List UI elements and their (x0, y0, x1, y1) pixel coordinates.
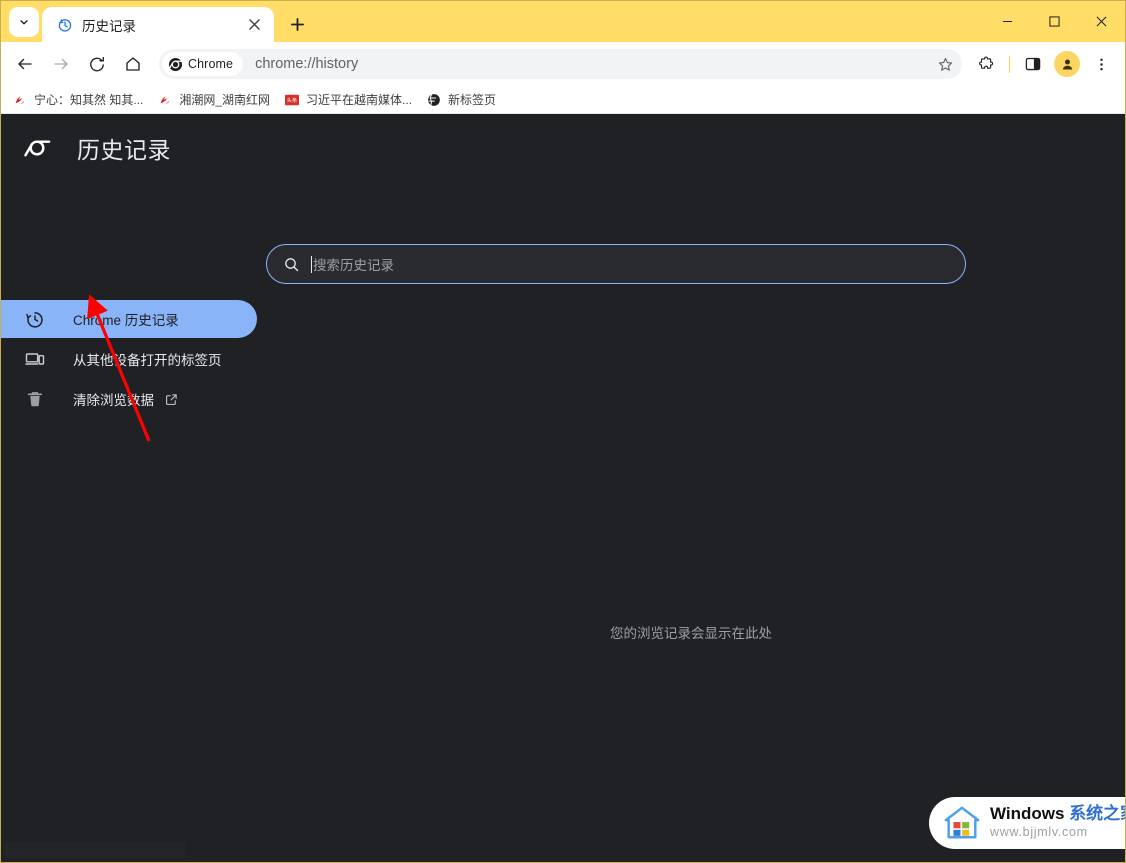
tab-history[interactable]: 历史记录 (42, 7, 274, 42)
history-search-box[interactable]: 搜索历史记录 (266, 244, 966, 284)
tab-close-button[interactable] (244, 14, 265, 35)
bookmarks-bar: 宁心：知其然 知其... 湘潮网_湖南红网 头条 习近平在越南媒体... 新标签… (1, 86, 1125, 114)
toolbar-right-actions (968, 49, 1119, 79)
history-header: 历史记录 (1, 114, 1125, 182)
bookmark-item[interactable]: 头条 习近平在越南媒体... (277, 88, 419, 111)
trash-icon (25, 389, 45, 409)
address-bar[interactable]: Chrome chrome://history (159, 49, 962, 79)
chrome-menu-button[interactable] (1086, 49, 1116, 79)
history-clock-icon (56, 16, 73, 33)
tab-strip: 历史记录 (1, 1, 1125, 42)
bookmark-label: 宁心：知其然 知其... (34, 93, 144, 107)
new-tab-button[interactable] (282, 9, 312, 39)
history-clock-icon (25, 309, 45, 329)
chrome-logo-icon (168, 57, 183, 71)
tab-title: 历史记录 (82, 18, 136, 34)
watermark-url: www.bjjmlv.com (990, 825, 1088, 839)
window-controls (984, 1, 1125, 42)
csdn-icon (157, 92, 173, 108)
annotation-arrow (87, 294, 151, 442)
sidebar-item-label: Chrome 历史记录 (73, 313, 179, 328)
search-icon (283, 256, 300, 273)
page-status-ghost (5, 842, 185, 858)
bookmark-label: 新标签页 (448, 93, 497, 107)
search-input[interactable]: 搜索历史记录 (313, 254, 394, 274)
arrow-right-icon (54, 58, 68, 70)
empty-state-message: 您的浏览记录会显示在此处 (610, 626, 772, 641)
more-vertical-icon (1099, 58, 1103, 70)
side-panel-button[interactable] (1018, 49, 1048, 79)
browser-window: 历史记录 Chrome chrome://history 宁心：知其然 知其..… (0, 0, 1126, 863)
watermark-brand: Windows (990, 804, 1070, 824)
chevron-down-icon (20, 20, 28, 25)
maximize-button[interactable] (1031, 1, 1078, 42)
extensions-button[interactable] (971, 49, 1001, 79)
forward-button[interactable] (46, 49, 76, 79)
back-button[interactable] (10, 49, 40, 79)
toolbar-divider (1009, 55, 1010, 73)
external-link-icon (164, 392, 179, 407)
minimize-button[interactable] (984, 1, 1031, 42)
history-page: 历史记录 搜索历史记录 Chrome 历史记录 从其他设备打开的标签页 清除浏览… (1, 114, 1125, 862)
history-sidebar: Chrome 历史记录 从其他设备打开的标签页 清除浏览数据 (1, 300, 257, 420)
sidebar-item-tabs-from-other-devices[interactable]: 从其他设备打开的标签页 (1, 340, 257, 378)
close-button[interactable] (1078, 1, 1125, 42)
text-caret (311, 255, 312, 273)
csdn-icon (12, 92, 28, 108)
reload-icon (90, 56, 104, 72)
bookmark-star-button[interactable] (932, 51, 958, 77)
chrome-chip-label: Chrome (188, 57, 234, 71)
puzzle-icon (979, 56, 994, 69)
home-icon (126, 57, 140, 71)
watermark-brand-cn: 系统之家 (1069, 804, 1125, 824)
bookmark-item[interactable]: 湘潮网_湖南红网 (150, 88, 277, 111)
tab-search-button[interactable] (9, 7, 39, 37)
bookmark-item[interactable]: 宁心：知其然 知其... (5, 88, 150, 111)
bookmark-item[interactable]: 新标签页 (419, 88, 503, 111)
chrome-origin-chip[interactable]: Chrome (162, 52, 244, 76)
watermark-text: Windows 系统之家 www.bjjmlv.com (990, 805, 1125, 841)
sidebar-item-chrome-history[interactable]: Chrome 历史记录 (1, 300, 257, 338)
bookmark-label: 湘潮网_湖南红网 (179, 93, 271, 107)
devices-icon (25, 349, 45, 369)
side-panel-icon (1025, 57, 1041, 71)
browser-toolbar: Chrome chrome://history (1, 42, 1125, 86)
reload-button[interactable] (82, 49, 112, 79)
profile-avatar[interactable] (1054, 51, 1080, 77)
windows-house-icon (943, 804, 981, 842)
arrow-left-icon (18, 58, 32, 70)
globe-icon (426, 92, 442, 108)
chrome-logo-icon (23, 134, 51, 162)
sidebar-item-label: 清除浏览数据 (73, 393, 154, 408)
svg-text:头条: 头条 (287, 96, 298, 104)
home-button[interactable] (118, 49, 148, 79)
star-icon (938, 57, 952, 71)
sidebar-item-clear-browsing-data[interactable]: 清除浏览数据 (1, 380, 257, 418)
toutiao-icon: 头条 (284, 92, 300, 108)
person-icon (1062, 59, 1072, 69)
url-text[interactable]: chrome://history (255, 56, 932, 72)
page-title: 历史记录 (77, 137, 171, 163)
bookmark-label: 习近平在越南媒体... (306, 93, 413, 107)
sidebar-item-label: 从其他设备打开的标签页 (73, 353, 222, 368)
watermark-badge: Windows 系统之家 www.bjjmlv.com (929, 797, 1125, 849)
